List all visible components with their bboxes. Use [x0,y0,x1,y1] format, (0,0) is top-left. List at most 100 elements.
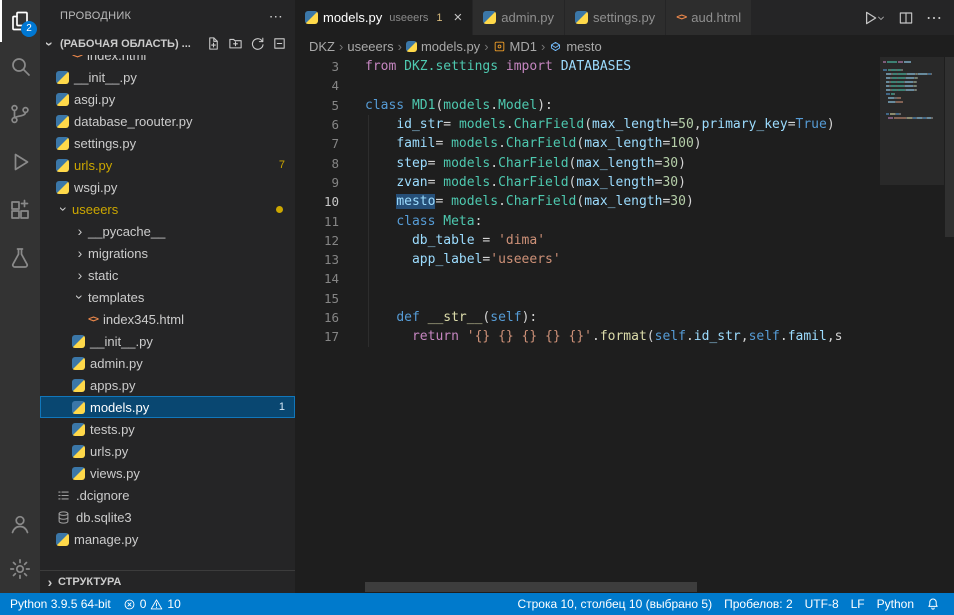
outline-section-header[interactable]: › СТРУКТУРА [40,570,295,593]
code-line-8[interactable]: 8 step= models.CharField(max_length=30) [295,153,878,172]
code-token [459,329,467,344]
tree-item-tests.py[interactable]: tests.py [40,418,295,440]
activity-account-button[interactable] [0,503,40,545]
tree-item-admin.py[interactable]: admin.py [40,352,295,374]
tree-item-manage.py[interactable]: manage.py [40,528,295,550]
status-indentation[interactable]: Пробелов: 2 [718,597,799,611]
code-line-12[interactable]: 12 db_table = 'dima' [295,231,878,250]
new-folder-button[interactable] [228,36,243,51]
code-line-15[interactable]: 15 [295,289,878,308]
code-line-10[interactable]: 10 mesto= models.CharField(max_length=30… [295,192,878,211]
tab-settings.py[interactable]: settings.py [565,0,666,35]
tree-item-__init__.py[interactable]: __init__.py [40,330,295,352]
tree-item-database_roouter.py[interactable]: database_roouter.py [40,110,295,132]
breadcrumb-mesto[interactable]: mesto [549,39,601,54]
status-language[interactable]: Python [871,597,920,611]
horizontal-scrollbar[interactable] [365,582,697,592]
code-line-7[interactable]: 7 famil= models.CharField(max_length=100… [295,134,878,153]
tree-item-label: __pycache__ [88,224,165,239]
tree-item-views.py[interactable]: views.py [40,462,295,484]
status-eol[interactable]: LF [845,597,871,611]
code-line-3[interactable]: 3from DKZ.settings import DATABASES [295,57,878,76]
vertical-scrollbar[interactable] [945,57,954,237]
tab-label: settings.py [593,10,655,25]
more-button[interactable]: ⋯ [926,8,942,28]
status-cursor-position[interactable]: Строка 10, столбец 10 (выбрано 5) [511,597,718,611]
activity-explorer-button[interactable]: 2 [0,0,40,42]
code-line-16[interactable]: 16 def __str__(self): [295,308,878,327]
close-icon[interactable]: × [454,10,463,25]
code-token [365,175,396,190]
split-editor-button[interactable] [898,10,914,26]
collapse-all-button[interactable] [272,36,287,51]
status-problems[interactable]: 010 [117,597,187,611]
new-file-button[interactable] [206,36,221,51]
breadcrumb-useeers[interactable]: useeers [347,39,393,54]
python-icon [72,401,85,414]
code-token: max_length [576,156,654,171]
chevron-down-icon: › [56,201,72,217]
tree-item-index345.html[interactable]: <>index345.html [40,308,295,330]
code-editor[interactable]: 3from DKZ.settings import DATABASES45cla… [295,57,954,593]
tree-item-index.html[interactable]: <>index.html [40,55,295,66]
activity-source-control-button[interactable] [0,90,40,138]
tree-item-urls.py[interactable]: urls.py [40,440,295,462]
status-left: Python 3.9.5 64-bit010 [4,597,187,611]
code-line-11[interactable]: 11 class Meta: [295,211,878,230]
tree-item-wsgi.py[interactable]: wsgi.py [40,176,295,198]
line-content: def __str__(self): [365,310,537,325]
python-icon [406,41,417,52]
tree-item-__pycache__[interactable]: ›__pycache__ [40,220,295,242]
tree-item-migrations[interactable]: ›migrations [40,242,295,264]
code-line-14[interactable]: 14 [295,269,878,288]
tree-item-db.sqlite3[interactable]: db.sqlite3 [40,506,295,528]
status-notifications[interactable] [920,597,946,611]
code-token: self [490,310,521,325]
activity-settings-button[interactable] [0,545,40,593]
activity-extensions-button[interactable] [0,186,40,234]
tree-item-asgi.py[interactable]: asgi.py [40,88,295,110]
tree-item-label: __init__.py [90,334,153,349]
run-button[interactable] [861,9,886,27]
code-line-17[interactable]: 17 return '{} {} {} {} {}'.format(self.i… [295,327,878,346]
code-line-5[interactable]: 5class MD1(models.Model): [295,96,878,115]
tree-item-urls.py[interactable]: urls.py7 [40,154,295,176]
refresh-button[interactable] [250,36,265,51]
code-line-6[interactable]: 6 id_str= models.CharField(max_length=50… [295,115,878,134]
tree-item-settings.py[interactable]: settings.py [40,132,295,154]
code-token: ) [678,175,686,190]
minimap[interactable] [880,59,944,593]
tab-admin.py[interactable]: admin.py [473,0,565,35]
breadcrumb-models.py[interactable]: models.py [406,39,480,54]
new-folder-icon [228,36,243,51]
code-token: . [490,98,498,113]
status-python-version[interactable]: Python 3.9.5 64-bit [4,597,117,611]
tab-models.py[interactable]: models.pyuseeers1× [295,0,473,35]
code-area: 3from DKZ.settings import DATABASES45cla… [295,57,878,581]
code-token [553,59,561,74]
activity-search-button[interactable] [0,42,40,90]
tree-item-apps.py[interactable]: apps.py [40,374,295,396]
breadcrumb-DKZ[interactable]: DKZ [309,39,335,54]
tree-item-models.py[interactable]: models.py1 [40,396,295,418]
tree-item-.dcignore[interactable]: .dcignore [40,484,295,506]
split-editor-icon [898,10,914,26]
workspace-section-header[interactable]: › (РАБОЧАЯ ОБЛАСТЬ) ... [40,32,295,55]
breadcrumb-MD1[interactable]: MD1 [493,39,537,54]
tab-aud.html[interactable]: <>aud.html [666,0,752,35]
tree-item-label: templates [88,290,144,305]
activity-run-debug-button[interactable] [0,138,40,186]
line-number: 7 [295,136,365,151]
warning-icon [150,598,163,611]
status-encoding[interactable]: UTF-8 [799,597,845,611]
more-actions-button[interactable]: ⋯ [269,8,283,25]
code-line-9[interactable]: 9 zvan= models.CharField(max_length=30) [295,173,878,192]
activity-testing-button[interactable] [0,234,40,282]
tree-item-templates[interactable]: ›templates [40,286,295,308]
python-icon [56,533,69,546]
code-line-13[interactable]: 13 app_label='useeers' [295,250,878,269]
code-line-4[interactable]: 4 [295,76,878,95]
tree-item-static[interactable]: ›static [40,264,295,286]
tree-item-__init__.py[interactable]: __init__.py [40,66,295,88]
tree-item-useeers[interactable]: ›useeers [40,198,295,220]
